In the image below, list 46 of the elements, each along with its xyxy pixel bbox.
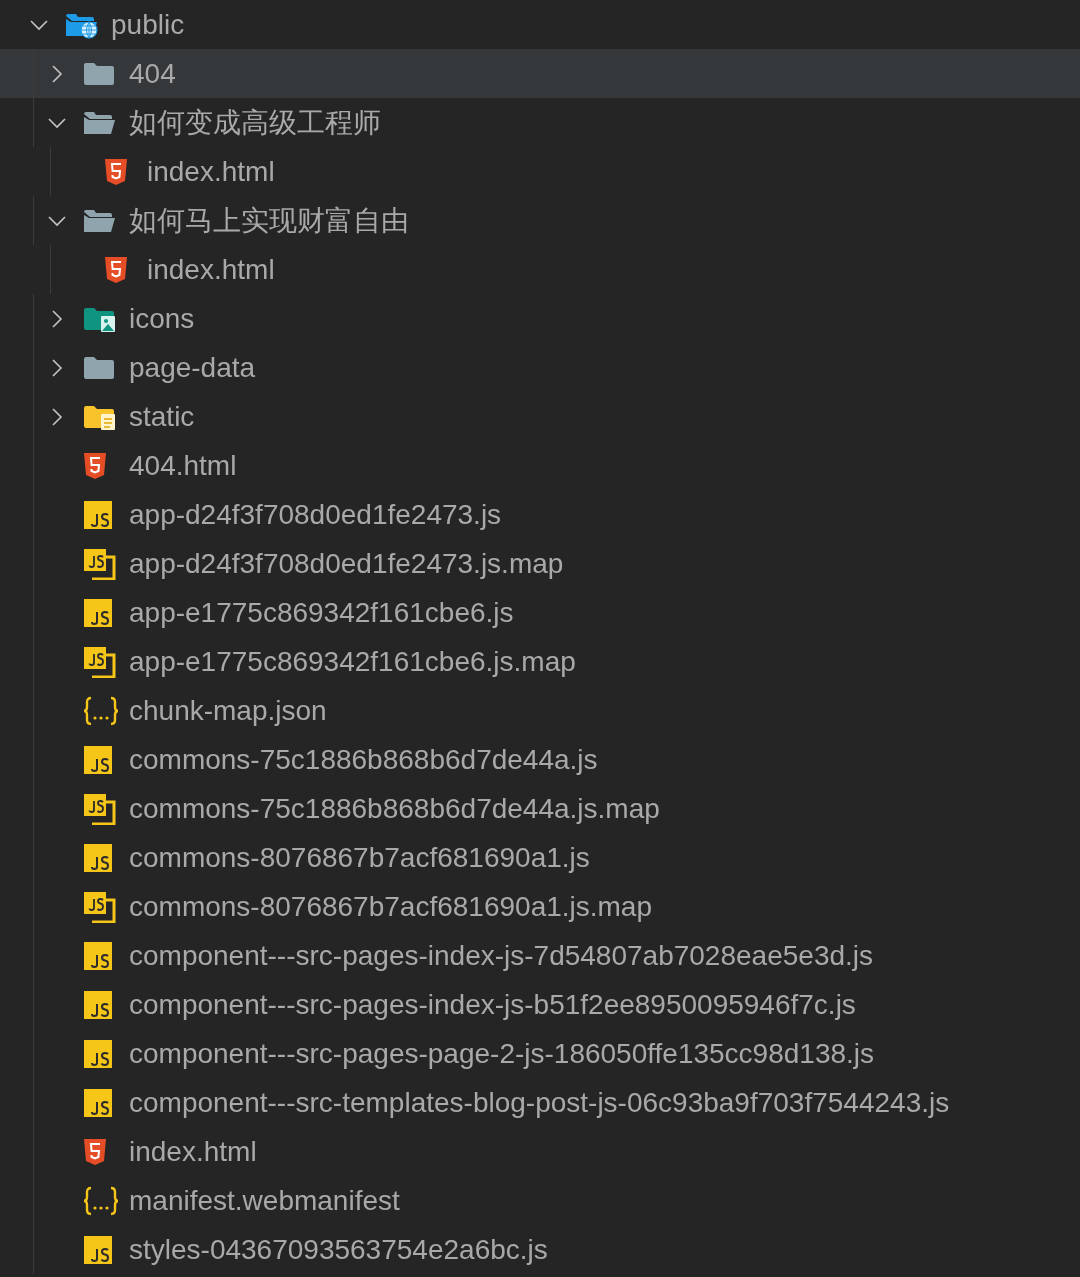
javascript-file-icon (83, 744, 113, 775)
file-name: component---src-pages-index-js-7d54807ab7028eae5e3d.js (129, 941, 874, 970)
braces-file-icon (83, 1185, 119, 1216)
javascript-map-file-icon (83, 547, 117, 580)
folder-name: page-data (129, 353, 256, 382)
file-name: styles-04367093563754e2a6bc.js (129, 1235, 548, 1264)
folder-name: 如何马上实现财富自由 (129, 206, 409, 235)
folder-name: icons (129, 304, 195, 333)
file-name: manifest.webmanifest (129, 1186, 400, 1215)
javascript-map-file-icon (83, 645, 117, 678)
file-name: app-d24f3f708d0ed1fe2473.js.map (129, 549, 564, 578)
folder-name: 404 (129, 59, 176, 88)
file-name: 404.html (129, 451, 237, 480)
folder-name: 如何变成高级工程师 (129, 108, 381, 137)
file-name: index.html (147, 255, 275, 284)
folder-name: static (129, 402, 195, 431)
file-name: commons-8076867b7acf681690a1.js (129, 843, 590, 872)
file-name: component---src-pages-index-js-b51f2ee8950095946f7c.js (129, 990, 856, 1019)
file-name: chunk-map.json (129, 696, 327, 725)
html-file-icon (104, 255, 128, 284)
html-file-icon (83, 451, 107, 480)
folder-row[interactable]: 404 (0, 49, 1080, 98)
javascript-file-icon (83, 842, 113, 873)
file-name: app-e1775c869342f161cbe6.js (129, 598, 514, 627)
html-file-icon (83, 1137, 107, 1166)
javascript-map-file-icon (83, 890, 117, 923)
folder-name: public (111, 10, 185, 39)
file-name: component---src-templates-blog-post-js-06c93ba9f703f7544243.js (129, 1088, 950, 1117)
javascript-file-icon (83, 597, 113, 628)
file-name: commons-75c1886b868b6d7de44a.js.map (129, 794, 660, 823)
javascript-file-icon (83, 1234, 113, 1265)
braces-file-icon (83, 695, 119, 726)
file-name: index.html (147, 157, 275, 186)
javascript-file-icon (83, 989, 113, 1020)
file-name: app-e1775c869342f161cbe6.js.map (129, 647, 576, 676)
file-name: commons-75c1886b868b6d7de44a.js (129, 745, 598, 774)
file-name: index.html (129, 1137, 257, 1166)
javascript-map-file-icon (83, 792, 117, 825)
javascript-file-icon (83, 940, 113, 971)
javascript-file-icon (83, 1087, 113, 1118)
javascript-file-icon (83, 1038, 113, 1069)
javascript-file-icon (83, 499, 113, 530)
html-file-icon (104, 157, 128, 186)
file-name: app-d24f3f708d0ed1fe2473.js (129, 500, 502, 529)
file-name: commons-8076867b7acf681690a1.js.map (129, 892, 653, 921)
file-name: component---src-pages-page-2-js-186050ffe135cc98d138.js (129, 1039, 875, 1068)
